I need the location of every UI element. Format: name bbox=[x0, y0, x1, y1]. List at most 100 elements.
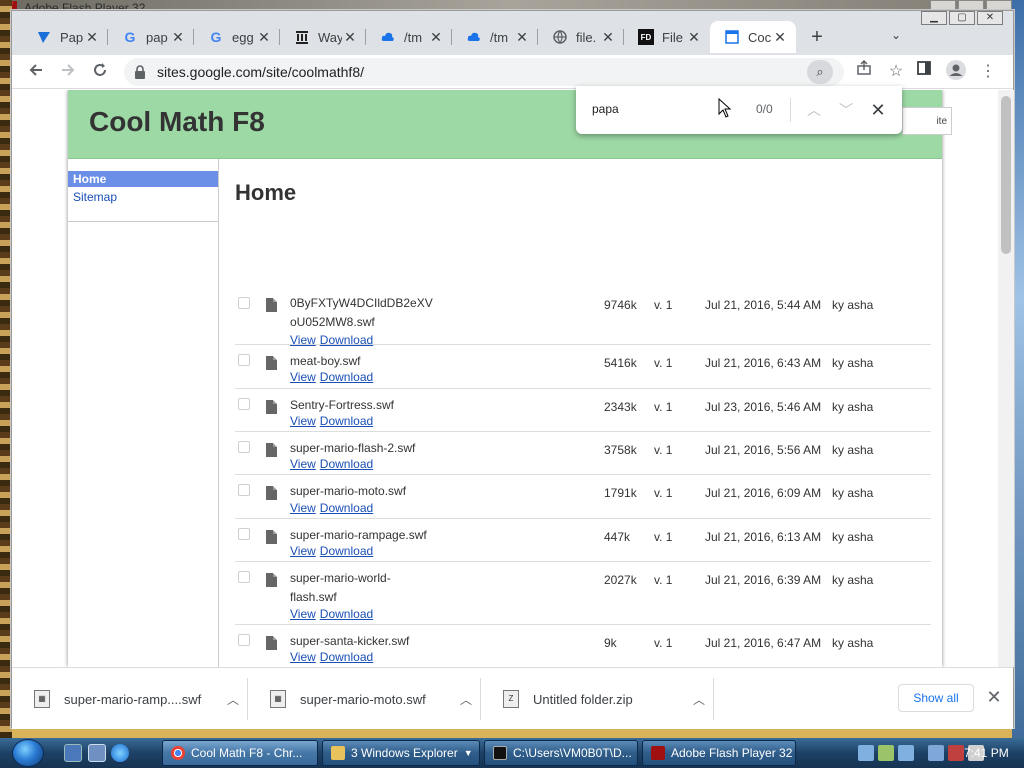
close-window-button[interactable]: ✕ bbox=[977, 11, 1003, 25]
mouse-cursor-icon bbox=[718, 97, 732, 118]
edit-site-button[interactable]: ite bbox=[902, 107, 952, 135]
file-links: View Download bbox=[290, 501, 377, 515]
tray-icon[interactable] bbox=[878, 745, 894, 761]
site-title[interactable]: Cool Math F8 bbox=[89, 106, 265, 138]
close-icon[interactable]: ✕ bbox=[686, 29, 702, 45]
page-scrollbar[interactable] bbox=[998, 90, 1014, 667]
scrollbar-thumb[interactable] bbox=[1001, 96, 1011, 254]
view-link[interactable]: View bbox=[290, 370, 316, 384]
find-previous-icon[interactable]: ︿ bbox=[802, 98, 826, 122]
chevron-up-icon[interactable]: ︿ bbox=[452, 691, 480, 708]
sidebar-item-sitemap[interactable]: Sitemap bbox=[68, 187, 218, 207]
globe-icon bbox=[552, 29, 568, 45]
tab-6[interactable]: file. ✕ bbox=[538, 21, 624, 53]
download-item[interactable]: ▦ super-mario-ramp....swf ︿ bbox=[12, 678, 248, 720]
menu-kebab-icon[interactable]: ⋮ bbox=[976, 60, 1000, 84]
view-link[interactable]: View bbox=[290, 457, 316, 471]
chevron-up-icon[interactable]: ︿ bbox=[219, 691, 247, 708]
row-checkbox[interactable] bbox=[238, 634, 250, 646]
download-link[interactable]: Download bbox=[320, 414, 373, 428]
tab-3[interactable]: Way ✕ bbox=[280, 21, 366, 53]
close-icon[interactable]: ✕ bbox=[342, 29, 358, 45]
minimize-button[interactable]: ▁ bbox=[921, 11, 947, 25]
tab-7[interactable]: FD File ✕ bbox=[624, 21, 710, 53]
row-checkbox[interactable] bbox=[238, 528, 250, 540]
download-item[interactable]: ▦ super-mario-moto.swf ︿ bbox=[248, 678, 481, 720]
close-icon[interactable]: ✕ bbox=[256, 29, 272, 45]
close-icon[interactable]: ✕ bbox=[428, 29, 444, 45]
taskbar-button-flash[interactable]: Adobe Flash Player 32 bbox=[642, 740, 796, 766]
start-button[interactable] bbox=[12, 739, 44, 767]
download-shelf: ▦ super-mario-ramp....swf ︿ ▦ super-mari… bbox=[12, 667, 1013, 729]
download-link[interactable]: Download bbox=[320, 607, 373, 621]
flag-icon[interactable] bbox=[948, 745, 964, 761]
view-link[interactable]: View bbox=[290, 650, 316, 664]
download-link[interactable]: Download bbox=[320, 370, 373, 384]
row-checkbox[interactable] bbox=[238, 297, 250, 309]
find-next-icon[interactable]: ﹀ bbox=[834, 98, 858, 122]
side-panel-icon[interactable] bbox=[912, 60, 936, 84]
download-name: super-mario-moto.swf bbox=[300, 691, 426, 707]
close-shelf-icon[interactable]: ✕ bbox=[984, 686, 1004, 708]
find-close-icon[interactable]: ✕ bbox=[866, 98, 890, 122]
view-link[interactable]: View bbox=[290, 607, 316, 621]
close-icon[interactable]: ✕ bbox=[514, 29, 530, 45]
find-match-count: 0/0 bbox=[756, 102, 773, 116]
show-desktop-icon[interactable] bbox=[64, 744, 82, 762]
download-link[interactable]: Download bbox=[320, 457, 373, 471]
tab-5[interactable]: /tm ✕ bbox=[452, 21, 538, 53]
row-checkbox[interactable] bbox=[238, 354, 250, 366]
file-icon bbox=[266, 573, 277, 587]
maximize-button[interactable]: ▢ bbox=[949, 11, 975, 25]
zoom-icon[interactable]: ⌕ bbox=[807, 60, 833, 84]
tray-icon[interactable] bbox=[858, 745, 874, 761]
explorer-quick-icon[interactable] bbox=[88, 744, 106, 762]
view-link[interactable]: View bbox=[290, 544, 316, 558]
close-icon[interactable]: ✕ bbox=[600, 29, 616, 45]
close-icon[interactable]: ✕ bbox=[772, 29, 788, 45]
table-row: super-mario-flash-2.swf View Download 375… bbox=[235, 432, 931, 475]
find-input[interactable]: papa bbox=[592, 102, 619, 116]
profile-icon[interactable] bbox=[944, 60, 968, 84]
download-link[interactable]: Download bbox=[320, 650, 373, 664]
file-date: Jul 21, 2016, 6:09 AM bbox=[705, 486, 822, 500]
page-viewport: Cool Math F8 Home Sitemap Home 0ByFXTyW4… bbox=[12, 90, 1002, 667]
network-icon[interactable] bbox=[928, 745, 944, 761]
tab-2[interactable]: G egg ✕ bbox=[194, 21, 280, 53]
reload-button[interactable] bbox=[88, 60, 112, 84]
new-tab-button[interactable]: + bbox=[807, 27, 827, 48]
table-row: super-mario-rampage.swf View Download 447… bbox=[235, 519, 931, 562]
download-item[interactable]: Z Untitled folder.zip ︿ bbox=[481, 678, 714, 720]
tab-1[interactable]: G pap ✕ bbox=[108, 21, 194, 53]
tab-0[interactable]: Pap ✕ bbox=[22, 21, 108, 53]
row-checkbox[interactable] bbox=[238, 398, 250, 410]
bookmark-star-icon[interactable]: ☆ bbox=[884, 60, 908, 84]
view-link[interactable]: View bbox=[290, 501, 316, 515]
download-link[interactable]: Download bbox=[320, 544, 373, 558]
tab-4[interactable]: /tm ✕ bbox=[366, 21, 452, 53]
tab-search-button[interactable]: ⌄ bbox=[886, 25, 906, 45]
forward-button[interactable] bbox=[56, 60, 80, 84]
view-link[interactable]: View bbox=[290, 414, 316, 428]
close-icon[interactable]: ✕ bbox=[84, 29, 100, 45]
address-bar[interactable]: sites.google.com/site/coolmathf8/ ⌕ ☆ bbox=[124, 58, 903, 86]
taskbar-button-chrome[interactable]: Cool Math F8 - Chr... bbox=[162, 740, 318, 766]
ie-icon[interactable] bbox=[111, 744, 129, 762]
row-checkbox[interactable] bbox=[238, 484, 250, 496]
taskbar-button-explorer[interactable]: 3 Windows Explorer ▼ bbox=[322, 740, 480, 766]
tab-label: file. bbox=[576, 29, 597, 45]
close-icon[interactable]: ✕ bbox=[170, 29, 186, 45]
download-link[interactable]: Download bbox=[320, 501, 373, 515]
file-name: super-mario-world- flash.swf bbox=[290, 571, 391, 604]
sidebar-item-home[interactable]: Home bbox=[68, 171, 218, 187]
row-checkbox[interactable] bbox=[238, 571, 250, 583]
taskbar-button-cmd[interactable]: C:\Users\VM0B0T\D... bbox=[484, 740, 638, 766]
clock[interactable]: 7:41 PM bbox=[964, 746, 1009, 760]
back-button[interactable] bbox=[24, 60, 48, 84]
share-icon[interactable] bbox=[852, 59, 876, 84]
row-checkbox[interactable] bbox=[238, 441, 250, 453]
tray-icon[interactable] bbox=[898, 745, 914, 761]
tab-8-active[interactable]: Coc ✕ bbox=[710, 21, 796, 53]
show-all-button[interactable]: Show all bbox=[898, 684, 974, 712]
chevron-up-icon[interactable]: ︿ bbox=[685, 691, 713, 708]
